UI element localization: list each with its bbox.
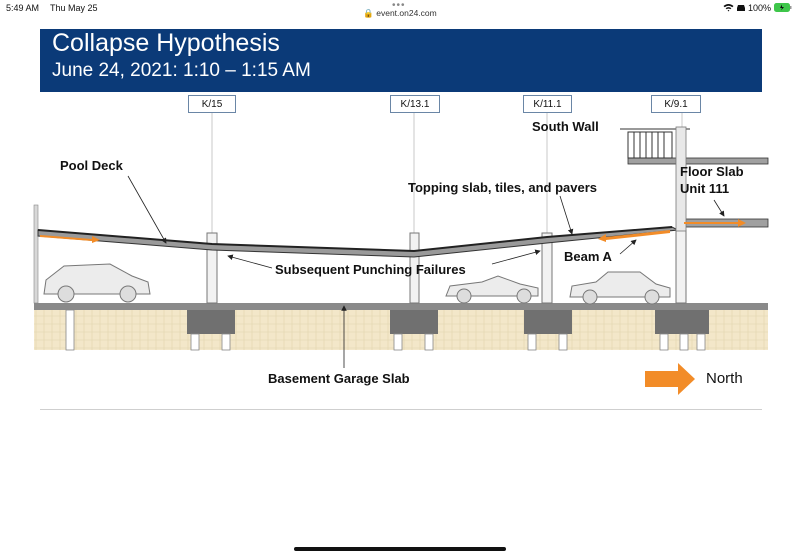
car-sedan	[569, 271, 671, 305]
car-convertible	[445, 275, 539, 304]
left-wall	[33, 204, 39, 304]
gridline-tag-k9-1: K/9.1	[651, 95, 701, 113]
gridline-tag-k11-1: K/11.1	[523, 95, 572, 113]
grid-lines	[211, 113, 683, 236]
label-south-wall: South Wall	[532, 119, 599, 134]
label-beam-a: Beam A	[564, 249, 612, 264]
label-garage-slab: Basement Garage Slab	[268, 371, 410, 386]
label-unit-111: Unit 111	[680, 181, 730, 196]
car-suv	[43, 263, 151, 303]
label-punching-failures: Subsequent Punching Failures	[275, 262, 466, 277]
gridline-tag-k13-1: K/13.1	[390, 95, 440, 113]
collapse-diagram	[33, 113, 769, 395]
home-indicator[interactable]	[294, 547, 506, 551]
label-pool-deck: Pool Deck	[60, 158, 123, 173]
slide-divider	[40, 409, 762, 410]
south-wall	[675, 126, 687, 232]
label-floor-slab: Floor Slab	[680, 164, 744, 179]
label-topping-slab: Topping slab, tiles, and pavers	[408, 180, 598, 195]
label-north: North	[706, 370, 743, 387]
gridline-tag-k15: K/15	[188, 95, 236, 113]
basement-slab	[34, 303, 768, 310]
north-arrow-icon	[645, 363, 695, 395]
